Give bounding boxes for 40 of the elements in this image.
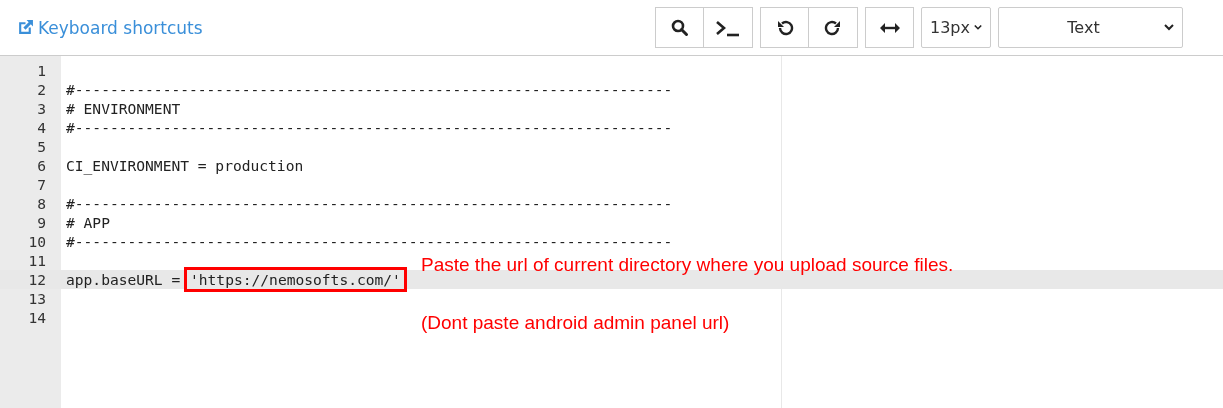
- line-number: 1: [36, 62, 46, 79]
- code-text: CI_ENVIRONMENT = production: [66, 157, 304, 174]
- annotation-text: (Dont paste android admin panel url): [421, 311, 731, 335]
- code-text: #--------------------------------------------------------------------: [66, 81, 673, 98]
- line-number: 9: [36, 214, 46, 231]
- double-arrow-icon: [878, 20, 901, 35]
- code-text: # ENVIRONMENT: [66, 100, 181, 117]
- line-number: 5: [36, 138, 46, 155]
- search-icon: [670, 18, 689, 37]
- font-size-select[interactable]: 13px: [921, 7, 991, 48]
- caret-icon: [974, 24, 982, 31]
- redo-button[interactable]: [809, 7, 858, 48]
- line-number: 11: [27, 252, 46, 269]
- code-text: # APP: [66, 214, 110, 231]
- undo-button[interactable]: [760, 7, 809, 48]
- line-number: 14: [27, 309, 46, 326]
- line-number: 13: [27, 290, 46, 307]
- undo-icon: [775, 18, 794, 37]
- search-button[interactable]: [655, 7, 704, 48]
- line-number: 10: [27, 233, 46, 250]
- redo-icon: [824, 18, 842, 37]
- terminal-button[interactable]: [704, 7, 753, 48]
- line-number: 12: [27, 271, 46, 288]
- line-number: 4: [36, 119, 46, 136]
- keyboard-shortcuts-link[interactable]: Keyboard shortcuts: [17, 17, 203, 38]
- line-number: 6: [36, 157, 46, 174]
- terminal-prompt-icon: [715, 18, 741, 37]
- line-number: 8: [36, 195, 46, 212]
- code-text: #--------------------------------------------------------------------: [66, 119, 673, 136]
- line-number: 2: [36, 81, 46, 98]
- caret-icon: [1164, 24, 1174, 31]
- code-text: #--------------------------------------------------------------------: [66, 233, 673, 250]
- wrap-button[interactable]: [865, 7, 914, 48]
- line-number: 3: [36, 100, 46, 117]
- annotation-text: Paste the url of current directory where you upload source files.: [421, 253, 954, 277]
- mode-select[interactable]: Text: [998, 7, 1183, 48]
- code-text: app.baseURL =: [66, 271, 182, 288]
- external-link-icon: [17, 19, 34, 36]
- line-number: 7: [36, 176, 46, 193]
- code-text: #--------------------------------------------------------------------: [66, 195, 673, 212]
